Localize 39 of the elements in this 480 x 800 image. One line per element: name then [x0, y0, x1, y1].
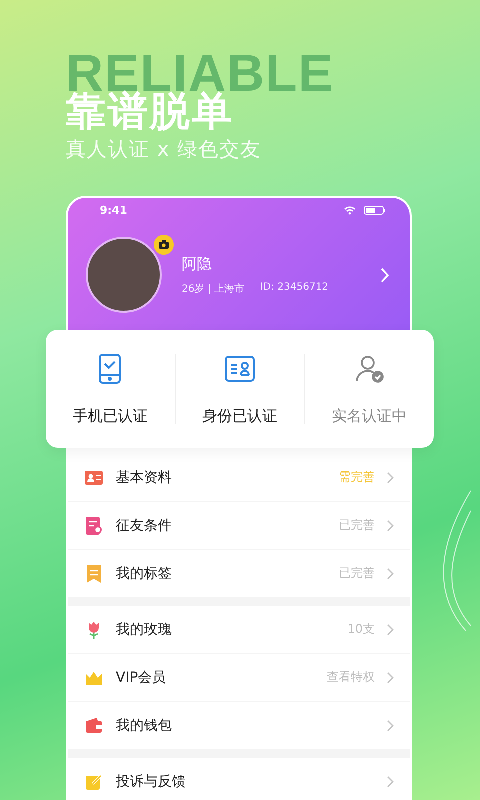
tagline: 真人认证 x 绿色交友 [66, 136, 263, 163]
menu-label: 我的标签 [116, 564, 173, 582]
user-name: 阿隐 [182, 254, 213, 274]
wallet-icon [84, 716, 104, 736]
tag-icon [84, 564, 104, 584]
chevron-right-icon [387, 472, 394, 484]
chevron-right-icon [387, 568, 394, 580]
menu-value: 已完善 [339, 517, 375, 534]
menu-item[interactable]: 投诉与反馈 [68, 758, 410, 800]
chevron-right-icon [387, 672, 394, 684]
user-details: 26岁 | 上海市 [182, 282, 244, 296]
verification-item[interactable]: 手机已认证 [46, 352, 175, 426]
menu-item[interactable]: 征友条件 已完善 [68, 502, 410, 550]
user-id: ID: 23456712 [260, 282, 329, 294]
menu-item[interactable]: 我的玫瑰 10支 [68, 606, 410, 654]
menu-label: 投诉与反馈 [116, 772, 187, 790]
chevron-right-icon [387, 624, 394, 636]
menu-label: 征友条件 [116, 516, 173, 534]
menu-label: 我的钱包 [116, 716, 173, 734]
chevron-right-icon [387, 776, 394, 788]
menu-item[interactable]: 基本资料 需完善 [68, 454, 410, 502]
menu-value: 10支 [348, 621, 375, 638]
menu-value: 查看特权 [327, 669, 375, 686]
wifi-icon [344, 206, 356, 215]
chevron-right-icon[interactable] [381, 268, 390, 282]
battery-icon [364, 206, 386, 215]
verification-item[interactable]: 实名认证中 [305, 352, 434, 426]
menu-value: 已完善 [339, 565, 375, 582]
menu-label: VIP会员 [116, 668, 168, 686]
menu-label: 基本资料 [116, 468, 173, 486]
chevron-right-icon [387, 720, 394, 732]
camera-icon[interactable] [154, 235, 174, 255]
criteria-icon [84, 516, 104, 536]
menu-label: 我的玫瑰 [116, 620, 173, 638]
verification-item[interactable]: 身份已认证 [176, 352, 304, 426]
menu-item[interactable]: VIP会员 查看特权 [68, 654, 410, 702]
menu-value: 需完善 [339, 469, 375, 486]
status-time: 9:41 [100, 204, 128, 217]
chevron-right-icon [387, 520, 394, 532]
